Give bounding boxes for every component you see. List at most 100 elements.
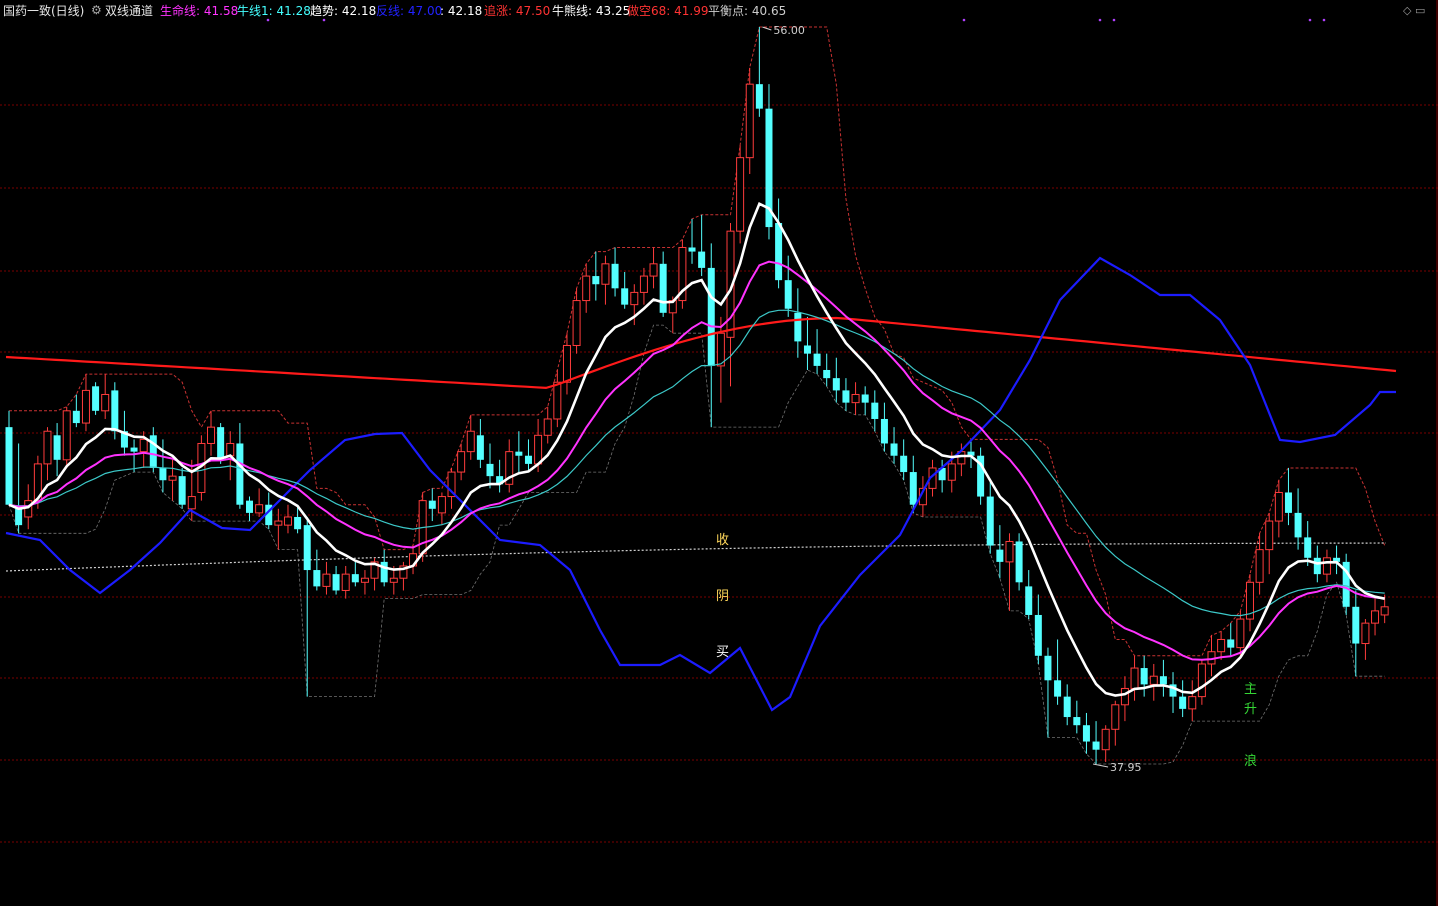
candle-body xyxy=(1111,704,1120,730)
candle xyxy=(5,410,13,505)
candle xyxy=(303,516,311,697)
candle xyxy=(880,402,888,452)
candle xyxy=(524,439,532,473)
candle-body xyxy=(1073,717,1081,726)
candle-body xyxy=(149,435,157,468)
candle-body xyxy=(187,496,196,510)
candle-body xyxy=(101,393,110,412)
candle xyxy=(1236,610,1245,656)
candle-body xyxy=(736,157,745,232)
candle xyxy=(332,565,340,595)
balance-line xyxy=(5,542,1387,572)
candle-body xyxy=(611,263,619,289)
candle xyxy=(322,561,331,595)
candle xyxy=(716,316,725,403)
candle xyxy=(1101,725,1110,762)
indicator-lines xyxy=(5,202,1397,712)
candle-body xyxy=(246,500,253,513)
candle xyxy=(476,418,484,468)
candle-body xyxy=(1197,663,1206,698)
candle-body xyxy=(1236,618,1245,649)
candle-body xyxy=(1101,728,1110,751)
candle-body xyxy=(43,430,52,465)
candle xyxy=(553,369,562,428)
candle-body xyxy=(389,577,398,583)
candle-body xyxy=(534,434,543,465)
candle-body xyxy=(207,426,216,444)
candle xyxy=(861,386,869,415)
candle-body xyxy=(745,83,754,159)
candle-body xyxy=(630,291,639,306)
candle xyxy=(515,431,523,473)
candle-body xyxy=(1179,696,1187,709)
candle-body xyxy=(1054,680,1062,697)
signal-right-1: 主 xyxy=(1244,682,1257,697)
signal-dot xyxy=(266,18,270,22)
candle-body xyxy=(1352,606,1360,644)
chart-markers: 56.00 37.95 收阴买主升浪 xyxy=(266,18,1326,774)
candle-body xyxy=(332,574,340,591)
candle xyxy=(1304,521,1312,566)
candle xyxy=(1333,545,1341,575)
candle xyxy=(794,288,802,358)
candle-body xyxy=(1082,725,1090,742)
candle-body xyxy=(1361,622,1370,645)
candle-body xyxy=(851,393,860,404)
candle xyxy=(1159,659,1167,697)
candle xyxy=(1188,680,1197,722)
candle xyxy=(986,480,994,554)
candle-body xyxy=(890,443,898,456)
candle-body xyxy=(688,247,696,252)
candle-body xyxy=(1063,696,1071,718)
candle-body xyxy=(255,504,264,514)
candle xyxy=(341,565,350,599)
candle xyxy=(1092,721,1100,764)
candle-body xyxy=(639,275,648,293)
candle xyxy=(1294,488,1302,550)
candle xyxy=(1005,533,1014,611)
candle xyxy=(755,27,763,117)
candle xyxy=(1274,480,1283,538)
candle xyxy=(1352,590,1360,677)
candle-body xyxy=(842,390,850,403)
candle xyxy=(784,255,792,317)
candle-body xyxy=(81,389,90,424)
candle xyxy=(1342,553,1350,615)
candlestick-chart[interactable]: 56.00 37.95 收阴买主升浪 xyxy=(0,0,1438,906)
candle-body xyxy=(1025,586,1033,615)
candle xyxy=(62,406,71,468)
candle-body xyxy=(1217,638,1226,653)
candle xyxy=(765,84,773,240)
candle xyxy=(1063,684,1071,726)
candle xyxy=(101,374,110,419)
candle-body xyxy=(582,275,591,302)
candle xyxy=(823,353,831,387)
candle xyxy=(1044,647,1052,738)
signal-dot xyxy=(962,18,966,22)
candle-body xyxy=(360,577,369,583)
signal-dot xyxy=(1112,18,1116,22)
candle-body xyxy=(716,332,725,367)
candle xyxy=(621,271,629,309)
candle-body xyxy=(1265,520,1274,551)
candle-body xyxy=(543,418,552,436)
signal-left-2: 阴 xyxy=(716,589,729,604)
candle xyxy=(996,525,1004,579)
candle-body xyxy=(168,475,177,481)
candle-body xyxy=(1188,696,1197,710)
candle-body xyxy=(62,410,71,461)
candle-body xyxy=(592,276,600,285)
candle-body xyxy=(313,570,321,587)
candle xyxy=(149,427,157,473)
candle-body xyxy=(909,472,917,505)
candle-body xyxy=(1304,537,1312,558)
candle-body xyxy=(1284,492,1292,513)
candle-body xyxy=(775,222,783,281)
candle-body xyxy=(139,438,148,453)
candle-body xyxy=(621,288,629,305)
candle xyxy=(428,488,436,522)
candle-body xyxy=(92,386,100,411)
candle xyxy=(178,467,186,509)
candle xyxy=(601,255,610,305)
candle xyxy=(246,496,253,522)
